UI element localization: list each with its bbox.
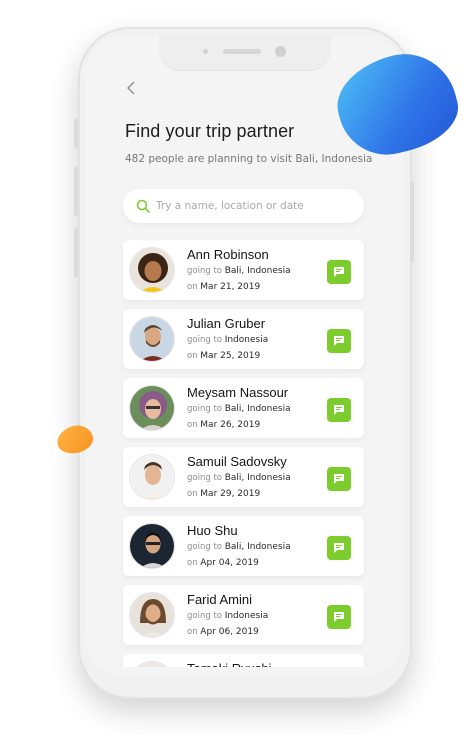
chat-icon: [334, 474, 344, 484]
speaker-grille: [223, 49, 261, 54]
partner-destination: going to Bali, Indonesia: [187, 542, 291, 552]
partner-date: on Mar 25, 2019: [187, 351, 261, 361]
list-item[interactable]: Farid Amini going to Indonesia on Apr 06…: [123, 585, 364, 645]
avatar: [129, 592, 175, 638]
partner-name: Samuil Sadovsky: [187, 454, 287, 469]
chat-icon: [334, 543, 344, 553]
avatar: [129, 316, 175, 362]
search-bar[interactable]: [123, 189, 364, 223]
partner-date: on Mar 29, 2019: [187, 489, 261, 499]
list-item[interactable]: Julian Gruber going to Indonesia on Mar …: [123, 309, 364, 369]
back-button[interactable]: [125, 78, 147, 100]
partner-name: Julian Gruber: [187, 316, 266, 331]
chat-button[interactable]: [327, 398, 351, 422]
phone-side-button: [74, 118, 78, 148]
chat-icon: [334, 267, 344, 277]
partner-date: on Apr 04, 2019: [187, 558, 259, 568]
search-input[interactable]: [156, 189, 356, 223]
avatar: [129, 454, 175, 500]
chat-button[interactable]: [327, 329, 351, 353]
page-title: Find your trip partner: [125, 121, 295, 141]
chat-button[interactable]: [327, 467, 351, 491]
chat-button[interactable]: [327, 536, 351, 560]
partner-list: Ann Robinson going to Bali, Indonesia on…: [123, 240, 364, 675]
sensor-dot: [203, 49, 208, 54]
avatar: [129, 247, 175, 293]
chat-button[interactable]: [327, 260, 351, 284]
partner-name: Ann Robinson: [187, 247, 269, 262]
partner-name: Huo Shu: [187, 523, 238, 538]
screen-bottom-edge: [85, 667, 404, 675]
chat-icon: [334, 336, 344, 346]
list-item[interactable]: Ann Robinson going to Bali, Indonesia on…: [123, 240, 364, 300]
partner-name: Meysam Nassour: [187, 385, 289, 400]
partner-date: on Apr 06, 2019: [187, 627, 259, 637]
chevron-left-icon: [127, 81, 135, 95]
chat-button[interactable]: [327, 605, 351, 629]
chat-icon: [334, 405, 344, 415]
partner-destination: going to Bali, Indonesia: [187, 473, 291, 483]
front-camera: [275, 46, 286, 57]
partner-destination: going to Bali, Indonesia: [187, 404, 291, 414]
partner-destination: going to Indonesia: [187, 611, 269, 621]
partner-date: on Mar 21, 2019: [187, 282, 261, 292]
list-item[interactable]: Huo Shu going to Bali, Indonesia on Apr …: [123, 516, 364, 576]
partner-destination: going to Bali, Indonesia: [187, 266, 291, 276]
avatar: [129, 385, 175, 431]
phone-notch: [159, 35, 331, 71]
list-item[interactable]: Samuil Sadovsky going to Bali, Indonesia…: [123, 447, 364, 507]
chat-icon: [334, 612, 344, 622]
page-subtitle: 482 people are planning to visit Bali, I…: [125, 153, 373, 165]
search-icon: [136, 199, 150, 213]
avatar: [129, 523, 175, 569]
phone-side-button: [410, 182, 414, 262]
partner-name: Farid Amini: [187, 592, 253, 607]
partner-destination: going to Indonesia: [187, 335, 269, 345]
partner-date: on Mar 26, 2019: [187, 420, 261, 430]
phone-side-button: [74, 228, 78, 278]
list-item[interactable]: Meysam Nassour going to Bali, Indonesia …: [123, 378, 364, 438]
phone-side-button: [74, 166, 78, 216]
